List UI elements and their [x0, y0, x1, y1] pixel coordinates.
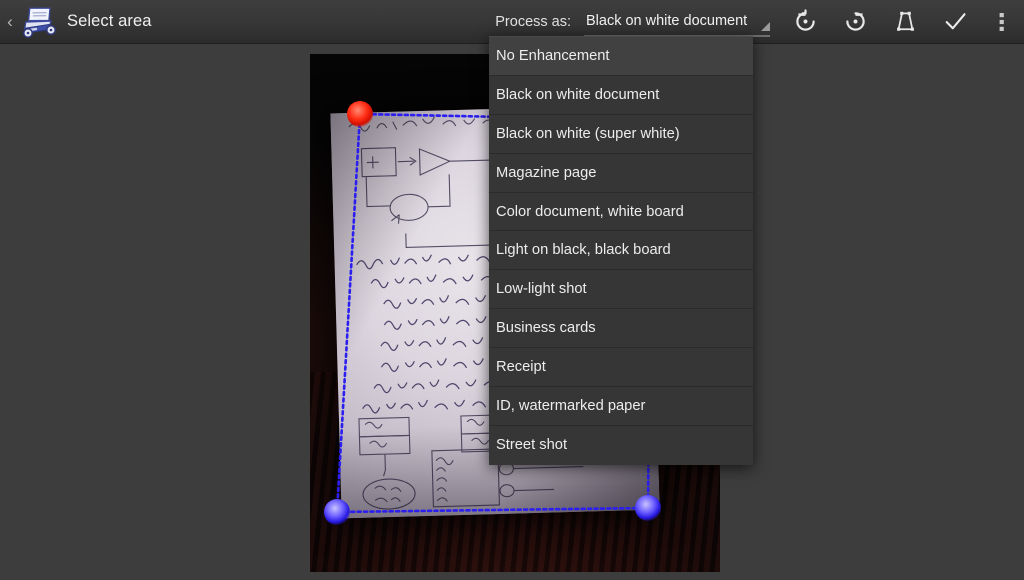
- checkmark-icon: [945, 13, 966, 30]
- menu-item-black-on-white-super-white[interactable]: Black on white (super white): [489, 115, 753, 154]
- rotate-right-button[interactable]: [830, 0, 880, 44]
- confirm-button[interactable]: [930, 0, 980, 44]
- menu-item-receipt[interactable]: Receipt: [489, 348, 753, 388]
- menu-item-label: Street shot: [496, 437, 568, 454]
- perspective-correct-button[interactable]: [880, 0, 930, 44]
- menu-item-label: Low-light shot: [496, 281, 587, 298]
- menu-item-label: ID, watermarked paper: [496, 397, 646, 414]
- process-mode-dropdown-menu: No Enhancement Black on white document B…: [489, 36, 753, 465]
- menu-item-id-watermarked-paper[interactable]: ID, watermarked paper: [489, 387, 753, 426]
- overflow-menu-button[interactable]: [980, 0, 1024, 44]
- crop-handle-top-left[interactable]: [347, 101, 373, 127]
- trapezoid-keystone-icon: [896, 11, 914, 31]
- menu-item-light-on-black-black-board[interactable]: Light on black, black board: [489, 231, 753, 271]
- back-chevron-icon[interactable]: ‹: [3, 13, 17, 30]
- menu-item-street-shot[interactable]: Street shot: [489, 426, 753, 465]
- page-title: Select area: [67, 12, 152, 30]
- process-mode-spinner[interactable]: Black on white document: [584, 7, 770, 37]
- rotate-counterclockwise-icon: [795, 9, 815, 31]
- menu-item-label: Color document, white board: [496, 203, 684, 220]
- menu-item-magazine-page[interactable]: Magazine page: [489, 154, 753, 193]
- crop-handle-bottom-left[interactable]: [324, 499, 350, 525]
- three-dots-vertical-icon: [999, 12, 1004, 31]
- menu-item-label: Light on black, black board: [496, 242, 671, 259]
- menu-item-label: Business cards: [496, 320, 596, 337]
- scanner-icon[interactable]: [18, 4, 60, 40]
- menu-item-label: Receipt: [496, 359, 546, 376]
- menu-item-low-light-shot[interactable]: Low-light shot: [489, 270, 753, 310]
- process-as-label: Process as:: [495, 13, 571, 30]
- menu-item-no-enhancement[interactable]: No Enhancement: [489, 37, 753, 76]
- menu-item-label: No Enhancement: [496, 47, 610, 64]
- rotate-left-button[interactable]: [780, 0, 830, 44]
- rotate-clockwise-icon: [845, 12, 865, 31]
- menu-item-label: Magazine page: [496, 164, 597, 181]
- process-mode-value: Black on white document: [586, 12, 748, 29]
- menu-item-business-cards[interactable]: Business cards: [489, 309, 753, 349]
- chevron-down-icon: [761, 21, 770, 31]
- menu-item-black-on-white-document[interactable]: Black on white document: [489, 76, 753, 115]
- menu-item-label: Black on white (super white): [496, 125, 680, 142]
- menu-item-label: Black on white document: [496, 86, 660, 103]
- menu-item-color-document-white-board[interactable]: Color document, white board: [489, 193, 753, 232]
- crop-handle-bottom-right[interactable]: [635, 495, 661, 521]
